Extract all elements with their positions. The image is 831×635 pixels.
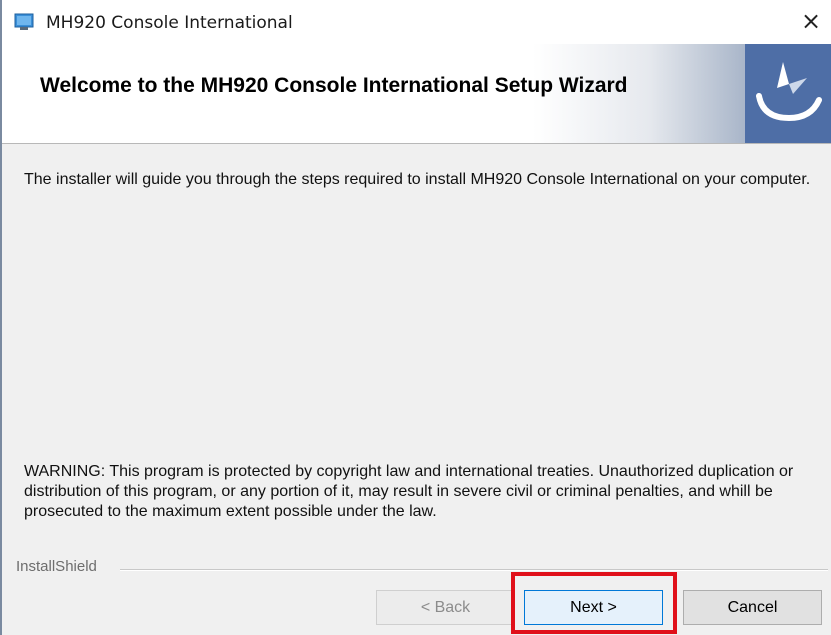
banner-title: Welcome to the MH920 Console Internation…: [40, 74, 628, 97]
cancel-button[interactable]: Cancel: [683, 590, 822, 625]
wizard-banner: Welcome to the MH920 Console Internation…: [2, 44, 831, 144]
next-button-highlight: [511, 572, 677, 634]
setup-wizard-window: MH920 Console International × Welcome to…: [0, 0, 831, 635]
installshield-logo-icon: [745, 44, 831, 143]
intro-text: The installer will guide you through the…: [24, 171, 811, 188]
copyright-warning-text: WARNING: This program is protected by co…: [24, 463, 794, 520]
footer-divider: [120, 569, 828, 571]
close-icon[interactable]: ×: [795, 6, 827, 38]
title-bar: MH920 Console International ×: [2, 0, 831, 44]
installer-app-icon: [14, 13, 34, 31]
window-title: MH920 Console International: [46, 13, 293, 33]
back-button[interactable]: < Back: [376, 590, 515, 625]
installshield-label: InstallShield: [16, 558, 97, 575]
